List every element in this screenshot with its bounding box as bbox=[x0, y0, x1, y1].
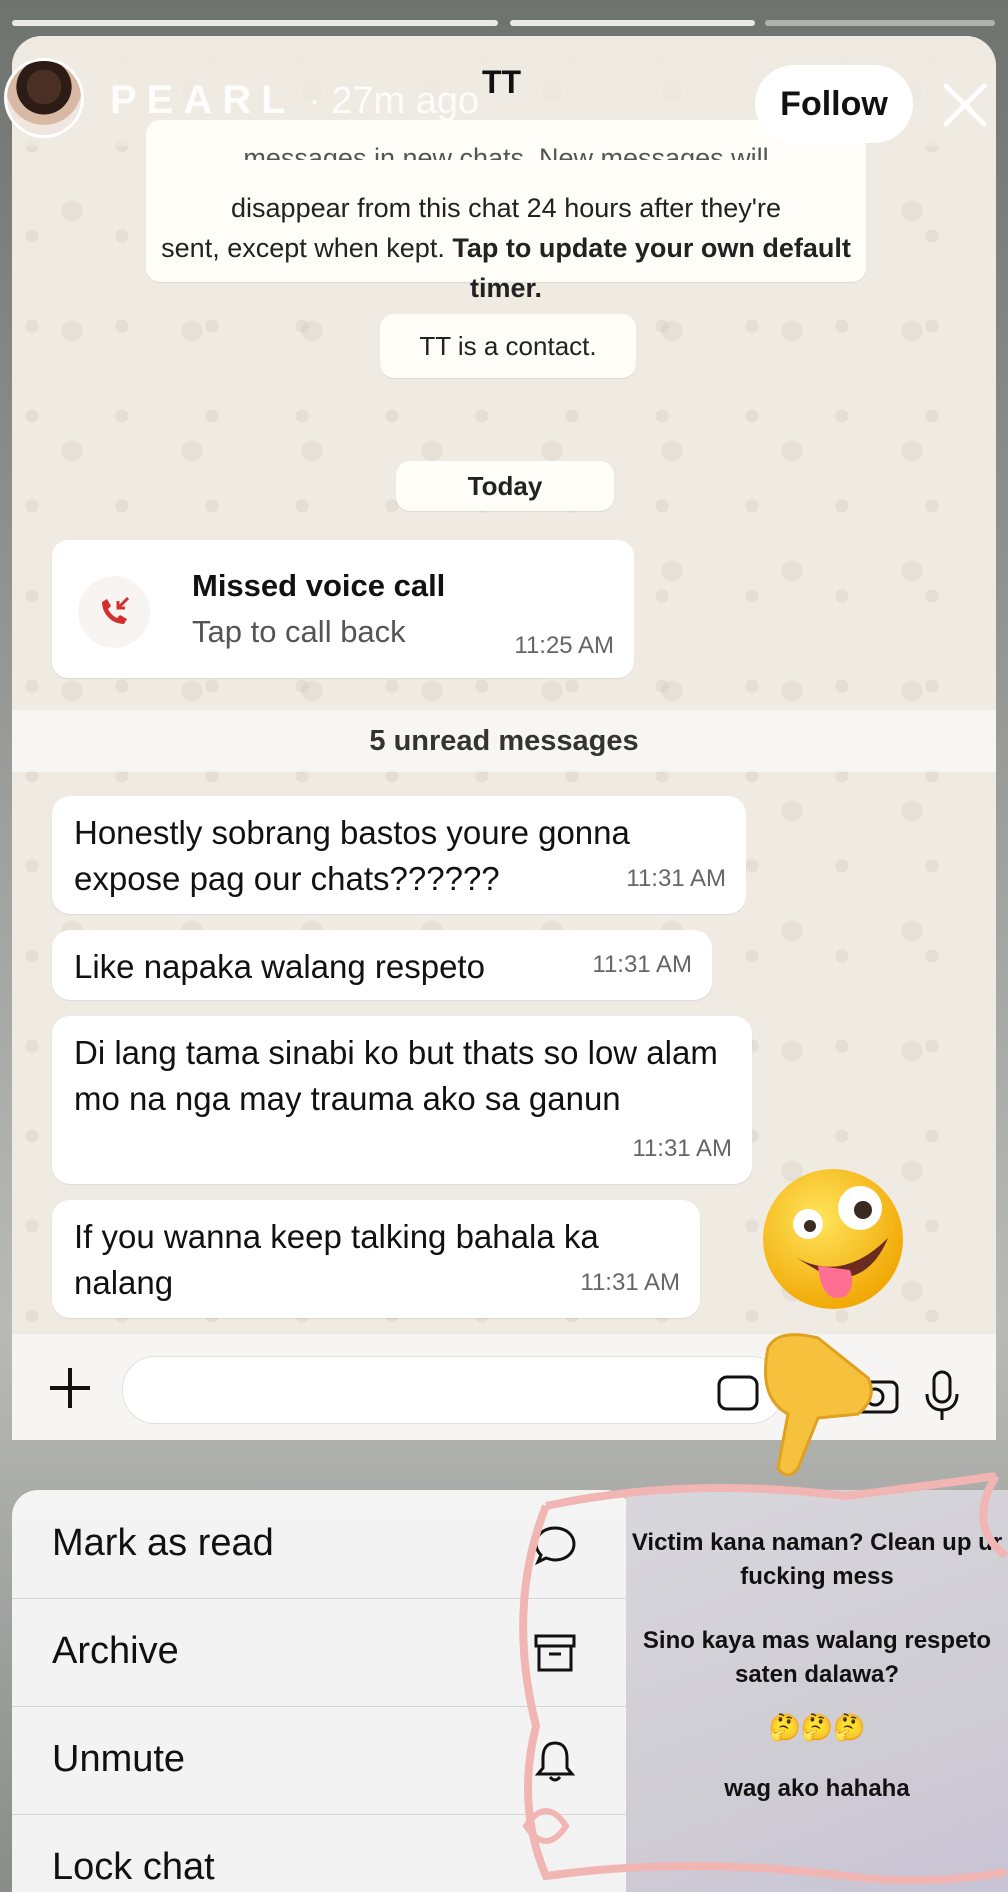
message-bubble[interactable]: Di lang tama sinabi ko but thats so low … bbox=[52, 1016, 752, 1184]
message-time: 11:31 AM bbox=[592, 951, 692, 978]
menu-item-mark-as-read[interactable]: Mark as read bbox=[12, 1490, 632, 1599]
menu-item-label: Lock chat bbox=[52, 1846, 215, 1888]
note-line: wag ako hahaha bbox=[724, 1775, 910, 1802]
story-timestamp: · 27m ago bbox=[308, 80, 480, 122]
note-line: Victim kana naman? Clean up ur fucking m… bbox=[631, 1529, 1003, 1590]
notice-line-1: disappear from this chat 24 hours after … bbox=[231, 193, 781, 223]
contact-notice: TT is a contact. bbox=[380, 314, 636, 378]
avatar[interactable] bbox=[4, 58, 84, 138]
microphone-icon[interactable] bbox=[922, 1368, 962, 1424]
missed-call-icon bbox=[78, 576, 150, 648]
zany-face-sticker bbox=[763, 1169, 903, 1309]
plus-icon[interactable] bbox=[42, 1360, 98, 1416]
notice-line-2: sent, except when kept. bbox=[161, 233, 445, 263]
message-text: Di lang tama sinabi ko but thats so low … bbox=[74, 1034, 718, 1117]
disappearing-messages-notice[interactable]: messages in new chats. New messages will… bbox=[146, 120, 866, 303]
chat-context-menu: Mark as read Archive Unmute Lock chat bbox=[12, 1490, 632, 1892]
message-text: Honestly sobrang bastos youre gonna expo… bbox=[74, 814, 630, 897]
message-time: 11:31 AM bbox=[580, 1269, 680, 1296]
story-progress-segment bbox=[12, 20, 498, 26]
close-icon[interactable] bbox=[940, 80, 990, 130]
note-card: Victim kana naman? Clean up ur fucking m… bbox=[626, 1490, 1008, 1892]
message-bubble[interactable]: Honestly sobrang bastos youre gonna expo… bbox=[52, 796, 746, 914]
menu-item-archive[interactable]: Archive bbox=[12, 1598, 632, 1707]
notice-cut-line: messages in new chats. New messages will bbox=[243, 143, 769, 160]
message-input[interactable] bbox=[122, 1356, 784, 1424]
menu-item-label: Unmute bbox=[52, 1738, 186, 1780]
date-divider: Today bbox=[396, 461, 614, 511]
chat-title: TT bbox=[482, 64, 522, 100]
missed-call-time: 11:25 AM bbox=[514, 632, 614, 659]
menu-item-label: Mark as read bbox=[52, 1522, 274, 1564]
follow-button[interactable]: Follow bbox=[755, 65, 913, 143]
message-bubble[interactable]: If you wanna keep talking bahala ka nala… bbox=[52, 1200, 700, 1318]
story-progress-segment bbox=[765, 20, 995, 26]
message-bubble[interactable]: Like napaka walang respeto 11:31 AM bbox=[52, 930, 712, 1000]
note-line: Sino kaya mas walang respeto saten dalaw… bbox=[642, 1627, 992, 1688]
story-username[interactable]: PEARL bbox=[110, 78, 296, 123]
pointing-hand-sticker bbox=[764, 1333, 873, 1477]
missed-call-bubble[interactable]: Missed voice call Tap to call back 11:25… bbox=[52, 540, 634, 678]
menu-item-unmute[interactable]: Unmute bbox=[12, 1706, 632, 1815]
missed-call-subtitle: Tap to call back bbox=[192, 614, 406, 649]
menu-item-lock-chat[interactable]: Lock chat bbox=[12, 1814, 632, 1892]
story-progress-segment bbox=[510, 20, 755, 26]
message-text: If you wanna keep talking bahala ka nala… bbox=[74, 1218, 599, 1301]
unread-divider: 5 unread messages bbox=[12, 710, 996, 772]
message-text: Like napaka walang respeto bbox=[74, 948, 485, 985]
archive-icon bbox=[534, 1634, 576, 1672]
chat-bubble-icon bbox=[534, 1526, 576, 1566]
bell-icon bbox=[534, 1741, 576, 1782]
missed-call-title: Missed voice call bbox=[192, 568, 446, 603]
note-emojis: 🤔🤔🤔 bbox=[768, 1712, 866, 1742]
menu-item-label: Archive bbox=[52, 1630, 179, 1672]
message-time: 11:31 AM bbox=[632, 1135, 732, 1162]
message-time: 11:31 AM bbox=[626, 865, 726, 892]
